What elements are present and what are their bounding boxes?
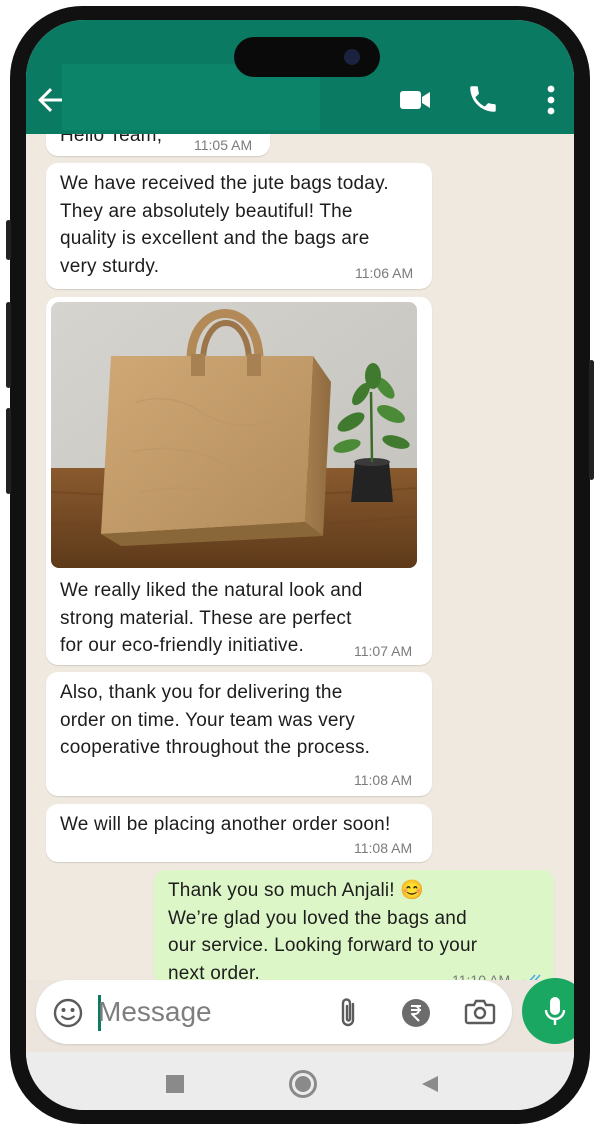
volume-down-button <box>6 408 11 494</box>
message-text: We have received the jute bags today. Th… <box>60 173 389 277</box>
message-bubble[interactable]: Also, thank you for delivering the order… <box>46 672 432 796</box>
message-bubble[interactable]: We will be placing another order soon! 1… <box>46 804 432 862</box>
phone-call-icon[interactable] <box>466 82 500 116</box>
microphone-button[interactable] <box>522 978 574 1044</box>
jute-bag-photo[interactable] <box>51 302 417 568</box>
rupee-icon[interactable] <box>400 997 432 1029</box>
message-time: 11:05 AM <box>194 137 253 153</box>
message-composer <box>36 980 512 1044</box>
square-icon[interactable] <box>166 1075 184 1093</box>
message-text: Hello Team, <box>60 134 163 146</box>
phone-frame: Hello Team, 11:05 AM We have received th… <box>6 6 594 1124</box>
message-bubble[interactable]: Hello Team, 11:05 AM <box>46 134 270 156</box>
emoji-icon[interactable] <box>52 997 84 1029</box>
outgoing-message-bubble[interactable]: Thank you so much Anjali! 😊 We’re glad y… <box>154 870 554 980</box>
more-vertical-icon[interactable] <box>546 84 556 116</box>
camera-icon[interactable] <box>464 998 496 1026</box>
image-message-bubble[interactable]: We really liked the natural look and str… <box>46 297 432 665</box>
microphone-icon <box>544 997 566 1025</box>
message-bubble[interactable]: We have received the jute bags today. Th… <box>46 163 432 289</box>
message-text: Thank you so much Anjali! 😊 We’re glad y… <box>168 880 478 980</box>
message-text: Also, thank you for delivering the order… <box>60 682 371 758</box>
triangle-back-icon[interactable] <box>420 1074 440 1094</box>
chat-area[interactable]: Hello Team, 11:05 AM We have received th… <box>26 134 574 980</box>
message-time: 11:08 AM <box>354 840 413 856</box>
message-input[interactable] <box>98 992 298 1032</box>
message-time: 11:10 AM <box>452 972 511 980</box>
chat-header <box>26 20 574 134</box>
screen: Hello Team, 11:05 AM We have received th… <box>26 20 574 1110</box>
message-time: 11:06 AM <box>355 265 414 281</box>
power-button <box>589 360 594 480</box>
front-camera <box>344 49 360 65</box>
message-text: We will be placing another order soon! <box>60 814 391 835</box>
system-navigation-bar <box>26 1052 574 1110</box>
message-time: 11:08 AM <box>354 772 413 788</box>
video-call-icon[interactable] <box>398 86 432 114</box>
camera-notch <box>234 37 380 77</box>
paperclip-icon[interactable] <box>336 996 360 1030</box>
circle-icon[interactable] <box>289 1070 317 1098</box>
read-double-tick-icon <box>523 974 541 980</box>
message-text: We really liked the natural look and str… <box>60 580 363 656</box>
side-button <box>6 220 11 260</box>
volume-up-button <box>6 302 11 388</box>
message-time: 11:07 AM <box>354 643 413 659</box>
